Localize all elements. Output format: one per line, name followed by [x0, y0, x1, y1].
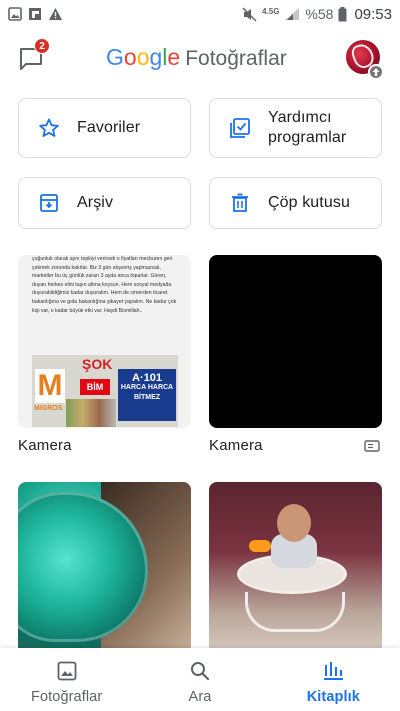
- thumbnail-text: çoğunluk olarak aynı tepkiyi verirsek o …: [32, 256, 177, 314]
- photo-walker-base: [245, 592, 345, 632]
- trash-button[interactable]: Çöp kutusu: [209, 177, 382, 229]
- star-icon: [39, 118, 59, 137]
- battery-icon: [338, 6, 347, 21]
- album-title: Kamera: [209, 437, 263, 454]
- ad-bim-logo: BİM: [80, 379, 110, 395]
- nav-library[interactable]: Kitaplık: [267, 648, 400, 711]
- nav-library-label: Kitaplık: [306, 688, 360, 705]
- logo-letter: G: [106, 44, 124, 70]
- status-right: 4.5G %58 09:53: [242, 6, 392, 23]
- favorites-button[interactable]: Favoriler: [18, 98, 191, 158]
- trash-icon: [232, 193, 248, 212]
- nav-search[interactable]: Ara: [133, 648, 266, 711]
- nav-photos[interactable]: Fotoğraflar: [0, 648, 133, 711]
- ad-migros-logo: M: [35, 369, 65, 403]
- utilities-label-line2: programlar: [268, 129, 347, 146]
- utilities-button[interactable]: Yardımcı programlar: [209, 98, 382, 158]
- ad-shelf-image: [66, 399, 116, 427]
- image-notification-icon: [8, 7, 22, 21]
- album-card[interactable]: Kamera: [209, 255, 382, 454]
- album-card[interactable]: [209, 482, 382, 655]
- archive-button[interactable]: Arşiv: [18, 177, 191, 229]
- status-bar: 4.5G %58 09:53: [0, 0, 400, 28]
- mute-icon: [242, 6, 257, 22]
- network-type: 4.5G: [262, 6, 280, 16]
- album-card[interactable]: [18, 482, 191, 655]
- flipboard-icon: [29, 8, 41, 20]
- logo-letter: e: [167, 44, 181, 70]
- album-thumbnail[interactable]: [18, 482, 191, 655]
- ad-a101-panel: A·101 HARCA HARCA BİTMEZ: [118, 369, 176, 421]
- battery-percent: %58: [305, 6, 334, 22]
- utilities-icon: [230, 118, 250, 138]
- bottom-navigation: Fotoğraflar Ara Kitaplık: [0, 648, 400, 711]
- nav-search-label: Ara: [188, 688, 212, 705]
- trash-label: Çöp kutusu: [268, 194, 350, 211]
- ad-migros-text: MIGROS: [34, 405, 63, 412]
- ad-slogan: HARCA HARCA BİTMEZ: [120, 384, 174, 401]
- ad-sok-logo: ŞOK: [82, 356, 113, 372]
- google-wordmark: Google: [106, 44, 180, 71]
- clock: 09:53: [354, 5, 392, 23]
- status-left: [8, 7, 63, 21]
- search-icon: [190, 661, 210, 680]
- signal-icon: [285, 8, 300, 20]
- app-logo: Google Fotoğraflar: [106, 44, 287, 72]
- logo-letter: o: [123, 44, 137, 70]
- utilities-label: Yardımcı programlar: [268, 108, 346, 148]
- backup-status-icon: [368, 64, 384, 80]
- album-card[interactable]: çoğunluk olarak aynı tepkiyi verirsek o …: [18, 255, 191, 454]
- album-thumbnail[interactable]: [209, 482, 382, 655]
- warning-icon: [49, 8, 62, 20]
- app-name: Fotoğraflar: [185, 47, 287, 70]
- utilities-label-line1: Yardımcı: [268, 109, 332, 126]
- device-folder-icon: [364, 440, 380, 452]
- photo-child-head: [277, 504, 311, 542]
- album-thumbnail[interactable]: çoğunluk olarak aynı tepkiyi verirsek o …: [18, 255, 191, 428]
- nav-photos-label: Fotoğraflar: [31, 688, 103, 705]
- library-icon: [324, 661, 344, 680]
- archive-icon: [40, 194, 58, 212]
- photo-toy: [249, 540, 271, 552]
- archive-label: Arşiv: [77, 194, 114, 211]
- thumbnail-ad-image: ŞOK M MIGROS BİM A·101 HARCA HARCA BİTMEZ: [32, 355, 178, 427]
- album-title: Kamera: [18, 437, 72, 454]
- album-thumbnail[interactable]: [209, 255, 382, 428]
- photo-icon: [57, 661, 77, 680]
- logo-letter: g: [149, 44, 163, 70]
- ad-a101-logo: A·101: [132, 372, 162, 384]
- favorites-label: Favoriler: [77, 119, 141, 136]
- logo-letter: o: [136, 44, 150, 70]
- notification-badge: 2: [34, 38, 50, 54]
- app-bar: 2 Google Fotoğraflar: [0, 28, 400, 86]
